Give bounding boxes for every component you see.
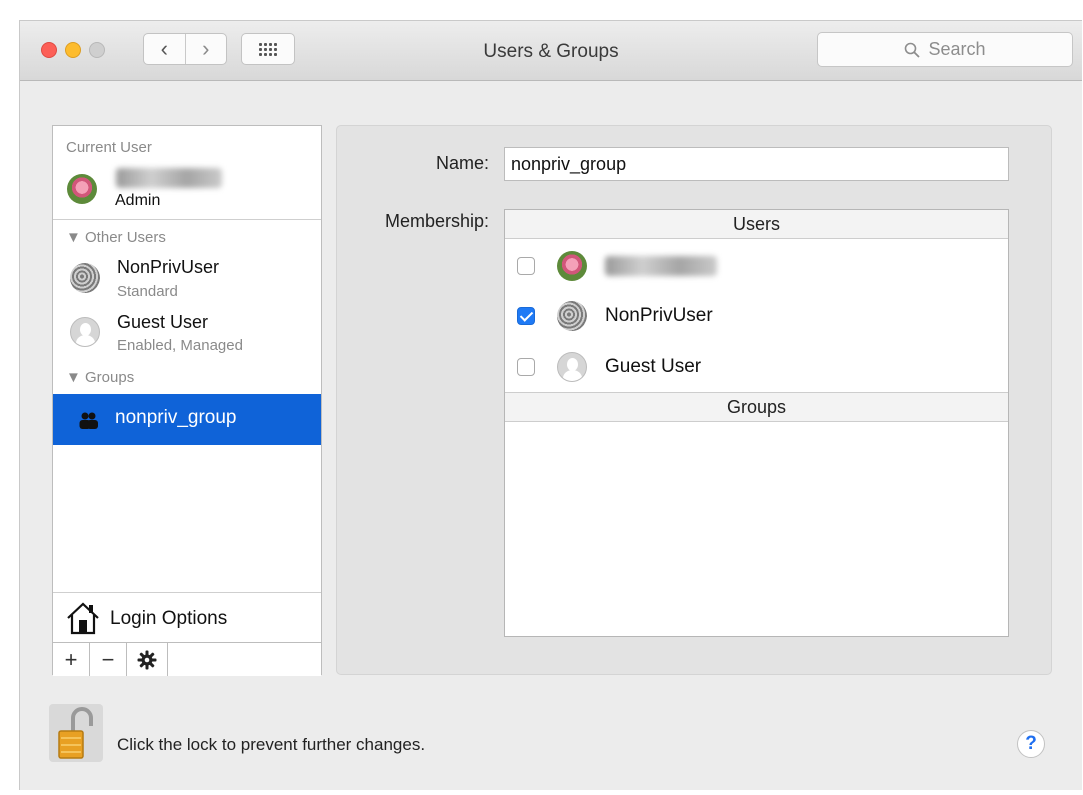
help-button[interactable]: ?: [1017, 730, 1045, 758]
login-options-item[interactable]: Login Options: [53, 592, 321, 643]
group-name: nonpriv_group: [115, 407, 237, 428]
member-avatar: [557, 301, 587, 331]
search-placeholder: Search: [928, 39, 986, 59]
users-sidebar: Current User Admin ▼ Other Users NonPriv…: [52, 125, 322, 676]
disclosure-triangle-icon: ▼: [66, 369, 86, 386]
house-icon: [67, 602, 99, 635]
member-checkbox-checked[interactable]: [517, 307, 535, 325]
user-name: Guest User: [117, 312, 209, 332]
user-type: Enabled, Managed: [117, 337, 243, 354]
lock-message: Click the lock to prevent further change…: [117, 735, 426, 754]
nonprivuser-avatar: [70, 263, 100, 293]
member-avatar: [557, 352, 587, 382]
disclosure-triangle-icon: ▼: [66, 229, 86, 246]
member-checkbox[interactable]: [517, 257, 535, 275]
group-icon: [79, 412, 98, 429]
member-name: Guest User: [605, 356, 702, 377]
users-column-header: Users: [505, 210, 1008, 239]
sidebar-item-nonpriv-group[interactable]: nonpriv_group: [53, 394, 321, 445]
member-name-redacted: [605, 256, 717, 276]
titlebar: ‹ › Users & Groups Search: [20, 21, 1082, 81]
membership-list: Users NonPrivUser Guest User Groups: [504, 209, 1009, 637]
current-user-role: Admin: [115, 192, 161, 209]
member-avatar: [557, 251, 587, 281]
member-name: NonPrivUser: [605, 305, 713, 326]
current-user-name-redacted: [116, 168, 222, 188]
group-name-field[interactable]: nonpriv_group: [504, 147, 1009, 181]
group-detail-pane: Name: nonpriv_group Membership: Users No…: [336, 125, 1052, 675]
current-user-header: Current User: [66, 139, 152, 156]
name-label: Name:: [435, 153, 489, 173]
groups-header[interactable]: ▼ Groups: [66, 369, 134, 386]
other-users-header[interactable]: ▼ Other Users: [66, 229, 166, 246]
users-groups-window: ‹ › Users & Groups Search Current User A…: [19, 20, 1082, 790]
action-menu-button[interactable]: [127, 643, 168, 676]
remove-button[interactable]: −: [90, 643, 127, 676]
unlocked-padlock-icon: [58, 707, 93, 759]
divider: [53, 219, 321, 220]
user-name: NonPrivUser: [117, 257, 220, 277]
guest-user-avatar: [70, 317, 100, 347]
login-options-label: Login Options: [110, 608, 228, 629]
current-user-avatar: [67, 174, 97, 204]
add-button[interactable]: +: [53, 643, 90, 676]
sidebar-toolbar: + −: [53, 642, 321, 676]
search-icon: [905, 42, 921, 58]
user-type: Standard: [117, 283, 178, 300]
membership-label: Membership:: [384, 211, 489, 231]
groups-column-header: Groups: [505, 392, 1008, 422]
gear-icon: [137, 650, 157, 669]
member-checkbox[interactable]: [517, 358, 535, 376]
lock-button[interactable]: [49, 704, 103, 762]
search-field[interactable]: Search: [817, 32, 1073, 67]
